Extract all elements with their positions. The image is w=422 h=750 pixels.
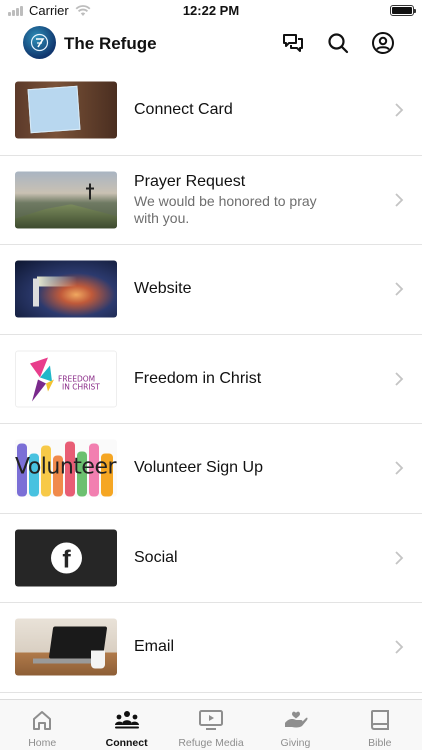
chevron-right-icon [395, 282, 404, 296]
list-item-title: Social [134, 548, 178, 566]
search-icon[interactable] [326, 31, 350, 55]
connect-icon [114, 711, 139, 729]
freedom-in-christ-image: FREEDOM IN CHRIST [15, 350, 117, 408]
tab-home[interactable]: Home [0, 700, 84, 750]
list-item-volunteer-sign-up[interactable]: Volunteer Volunteer Sign Up [0, 424, 422, 514]
account-icon[interactable] [371, 31, 395, 55]
list-item-title: Volunteer Sign Up [134, 459, 263, 477]
website-image [15, 260, 117, 318]
prayer-request-image [15, 171, 117, 229]
list-item-title: Prayer Request [134, 172, 246, 190]
list-item-title: Connect Card [134, 101, 233, 119]
list-item-subtitle: We would be honored to pray with you. [134, 192, 317, 226]
chevron-right-icon [395, 193, 404, 207]
list-item-connect-card[interactable]: Connect Card [0, 66, 422, 156]
chevron-right-icon [395, 103, 404, 117]
facebook-image: f [15, 529, 117, 587]
connect-list: Connect Card Prayer Request We would be … [0, 66, 422, 693]
status-time: 12:22 PM [182, 3, 240, 18]
list-item-website[interactable]: Website [0, 245, 422, 335]
list-item-text: Website [134, 280, 344, 298]
list-item-freedom-in-christ[interactable]: FREEDOM IN CHRIST Freedom in Christ [0, 335, 422, 424]
list-item-prayer-request[interactable]: Prayer Request We would be honored to pr… [0, 156, 422, 245]
list-item-text: Email [134, 638, 344, 656]
list-item-title: Website [134, 280, 192, 298]
status-bar: Carrier 12:22 PM [0, 0, 422, 22]
app-header: The Refuge [0, 22, 422, 66]
volunteer-image: Volunteer [15, 439, 117, 497]
tab-giving[interactable]: Giving [253, 700, 337, 750]
chat-icon[interactable] [281, 31, 305, 55]
list-item-text: Freedom in Christ [134, 370, 344, 388]
tab-label: Home [28, 737, 57, 749]
facebook-icon: f [51, 542, 82, 574]
bible-icon [370, 710, 389, 730]
list-item-social[interactable]: f Social [0, 514, 422, 603]
tab-refuge-media[interactable]: Refuge Media [169, 700, 253, 750]
list-item-text: Prayer Request We would be honored to pr… [134, 173, 344, 227]
chevron-right-icon [395, 461, 404, 475]
tab-bible[interactable]: Bible [338, 700, 422, 750]
tab-label: Giving [280, 737, 311, 749]
freedom-logo-text: FREEDOM IN CHRIST [58, 374, 100, 392]
tab-connect[interactable]: Connect [84, 700, 168, 750]
list-item-email[interactable]: Email [0, 603, 422, 693]
app-title: The Refuge [64, 34, 157, 53]
freedom-logo-icon [30, 357, 54, 402]
tab-bar: Home Connect Refuge Media Giving Bible [0, 699, 422, 750]
connect-card-image [15, 81, 117, 139]
giving-icon [285, 711, 308, 728]
list-item-title: Email [134, 638, 175, 656]
home-icon [33, 711, 52, 730]
church-logo [23, 26, 56, 59]
chevron-right-icon [395, 551, 404, 565]
list-item-title: Freedom in Christ [134, 369, 262, 387]
tab-label: Refuge Media [178, 737, 244, 749]
chevron-right-icon [395, 640, 404, 654]
volunteer-image-text: Volunteer [15, 454, 117, 480]
battery-icon [390, 5, 416, 16]
list-item-text: Connect Card [134, 101, 344, 119]
list-item-text: Social [134, 549, 344, 567]
chevron-right-icon [395, 372, 404, 386]
media-icon [199, 710, 224, 730]
tab-label: Connect [105, 737, 148, 749]
list-item-text: Volunteer Sign Up [134, 459, 344, 477]
tab-label: Bible [368, 737, 392, 749]
email-image [15, 618, 117, 676]
